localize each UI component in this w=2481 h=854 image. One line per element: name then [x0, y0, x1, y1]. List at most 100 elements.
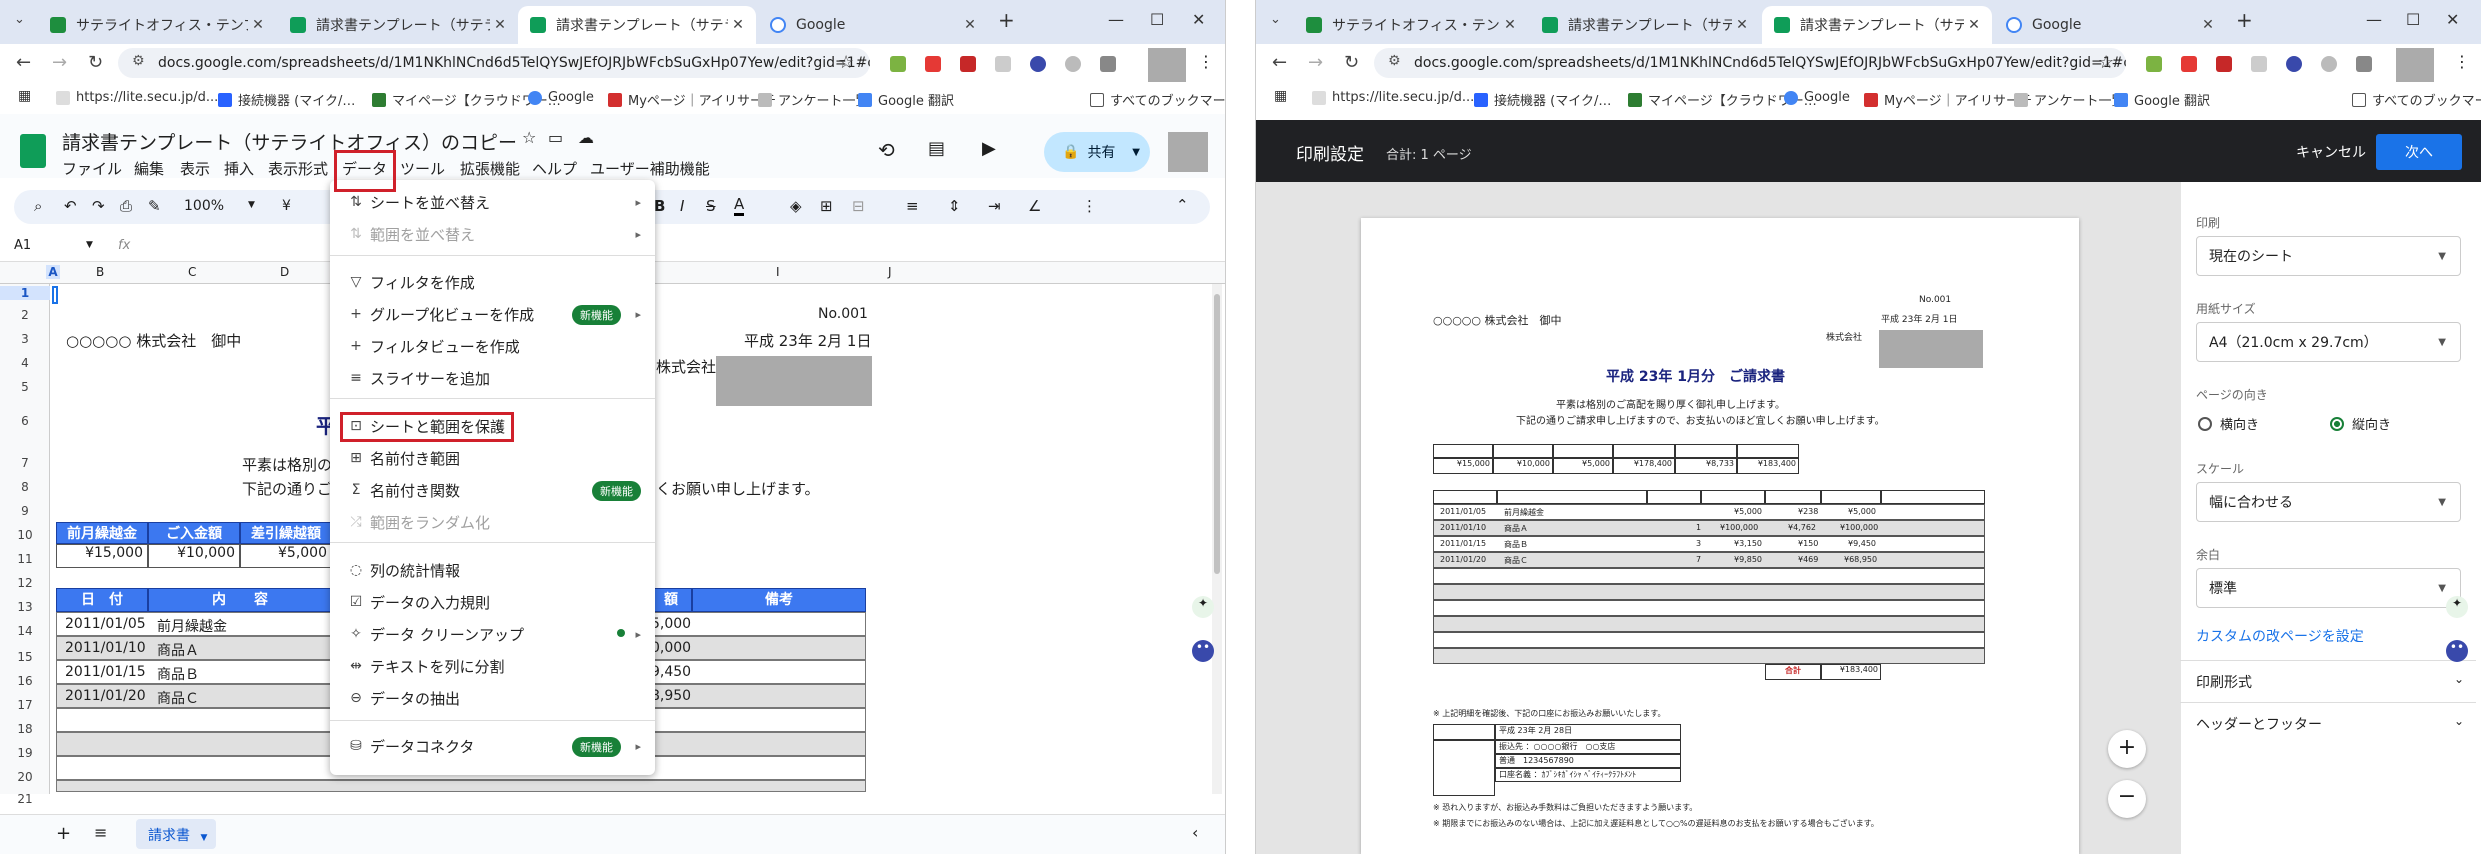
extension-icon[interactable] — [2286, 56, 2302, 72]
margins-select[interactable]: 標準 ▼ — [2196, 568, 2461, 608]
menu-item-sort-sheet[interactable]: ⇅ シートを並べ替え ▸ — [330, 188, 655, 216]
portrait-radio[interactable]: 縦向き — [2330, 414, 2391, 433]
tab-satellite-templates[interactable]: サテライトオフィス・テンプレート集 for✕ — [38, 6, 276, 44]
side-panel-collapse-icon[interactable]: ‹ — [1192, 823, 1198, 842]
merge-cells-icon[interactable]: ⊟ — [852, 197, 865, 215]
fill-color-icon[interactable]: ◈ — [790, 197, 802, 215]
col-header-i[interactable]: I — [776, 265, 780, 279]
profile-avatar[interactable] — [1148, 48, 1186, 82]
row-header[interactable]: 7 — [0, 456, 50, 470]
row-header[interactable]: 19 — [0, 746, 50, 760]
bookmark-star-icon[interactable]: ☆ — [838, 52, 854, 73]
close-icon[interactable]: ✕ — [1964, 17, 1984, 33]
minimize-icon[interactable]: — — [2366, 10, 2382, 29]
extension-icon[interactable] — [1030, 56, 1046, 72]
tab-search-icon[interactable]: ⌄ — [14, 12, 25, 27]
avatar[interactable] — [1168, 132, 1208, 172]
menu-item-named-ranges[interactable]: ⊞ 名前付き範囲 — [330, 444, 655, 472]
close-window-icon[interactable]: ✕ — [2446, 10, 2459, 29]
bookmark-item[interactable]: アンケート一覧 — [2014, 90, 2124, 109]
apps-icon[interactable]: ▦ — [18, 88, 31, 104]
extension-icon[interactable] — [890, 56, 906, 72]
close-icon[interactable]: ✕ — [248, 17, 268, 33]
menu-item-randomize-range[interactable]: ⤮ 範囲をランダム化 — [330, 508, 655, 536]
menu-insert[interactable]: 挿入 — [224, 158, 254, 179]
apps-icon[interactable]: ▦ — [1274, 88, 1287, 104]
header-footer-section[interactable]: ヘッダーとフッター ⌄ — [2196, 714, 2464, 734]
undo-icon[interactable]: ↶ — [64, 197, 77, 215]
site-info-icon[interactable]: ⚙ — [132, 53, 145, 69]
col-header-j[interactable]: J — [888, 265, 892, 279]
close-icon[interactable]: ✕ — [1732, 17, 1752, 33]
row-header[interactable]: 14 — [0, 624, 50, 638]
tab-google[interactable]: Google ✕ — [1994, 6, 2226, 44]
assistant-icon[interactable]: •• — [1192, 640, 1214, 662]
maximize-icon[interactable]: ☐ — [2406, 10, 2420, 29]
row-header[interactable]: 18 — [0, 722, 50, 736]
menu-tools[interactable]: ツール — [400, 158, 445, 179]
cloud-status-icon[interactable]: ☁ — [578, 128, 594, 147]
row-header[interactable]: 1 — [0, 286, 50, 300]
bookmark-item[interactable]: 接続機器 (マイク/… — [218, 90, 355, 109]
menu-accessibility[interactable]: ユーザー補助機能 — [590, 158, 710, 179]
next-button[interactable]: 次へ — [2376, 134, 2462, 170]
reload-icon[interactable]: ↻ — [1344, 52, 1359, 73]
close-icon[interactable]: ✕ — [490, 17, 510, 33]
menu-item-sort-range[interactable]: ⇅ 範囲を並べ替え ▸ — [330, 220, 655, 248]
menu-item-split-text[interactable]: ⇹ テキストを列に分割 — [330, 652, 655, 680]
row-header[interactable]: 9 — [0, 504, 50, 518]
search-menus-icon[interactable]: ⌕ — [34, 197, 42, 215]
pdf-extension-icon[interactable] — [925, 56, 941, 72]
tab-invoice-2-active[interactable]: 請求書テンプレート（サテライトオフ✕ — [1762, 6, 1992, 44]
bookmark-item[interactable]: 接続機器 (マイク/… — [1474, 90, 1611, 109]
minimize-icon[interactable]: — — [1108, 10, 1124, 29]
back-icon[interactable]: ← — [16, 52, 31, 73]
share-button[interactable]: 🔒 共有 ▼ — [1044, 132, 1150, 172]
new-tab-icon[interactable]: + — [2236, 8, 2253, 32]
landscape-radio[interactable]: 横向き — [2198, 414, 2259, 433]
row-header[interactable]: 20 — [0, 770, 50, 784]
menu-item-data-connectors[interactable]: ⛁ データコネクタ 新機能 ▸ — [330, 732, 655, 760]
row-header[interactable]: 12 — [0, 576, 50, 590]
address-bar[interactable]: ⚙ docs.google.com/spreadsheets/d/1M1NKhl… — [1374, 48, 2126, 78]
text-color-icon[interactable]: A — [734, 195, 745, 216]
extension-icon[interactable] — [2251, 56, 2267, 72]
close-icon[interactable]: ✕ — [2198, 17, 2218, 33]
menu-item-create-filter[interactable]: ▽ フィルタを作成 — [330, 268, 655, 296]
menu-item-group-view[interactable]: + グループ化ビューを作成 新機能 ▸ — [330, 300, 655, 328]
menu-item-column-stats[interactable]: ◌ 列の統計情報 — [330, 556, 655, 584]
sheets-logo-icon[interactable] — [20, 134, 46, 168]
back-icon[interactable]: ← — [1272, 52, 1287, 73]
bookmark-item[interactable]: Google — [528, 90, 594, 105]
text-rotation-icon[interactable]: ∠ — [1028, 197, 1041, 215]
extension-icon[interactable] — [2216, 56, 2232, 72]
close-window-icon[interactable]: ✕ — [1192, 10, 1205, 29]
menu-item-add-slicer[interactable]: ≡ スライサーを追加 — [330, 364, 655, 392]
puzzle-icon[interactable] — [2356, 56, 2372, 72]
all-bookmarks[interactable]: すべてのブックマーク — [1090, 90, 1225, 109]
sheet-tab-invoice[interactable]: 請求書 ▼ — [136, 819, 216, 849]
assistant-icon[interactable]: •• — [2446, 640, 2468, 662]
menu-format[interactable]: 表示形式 — [268, 158, 328, 179]
strikethrough-icon[interactable]: S — [706, 197, 716, 215]
extension-icon[interactable] — [2146, 56, 2162, 72]
extension-icon[interactable] — [960, 56, 976, 72]
document-title[interactable]: 請求書テンプレート（サテライトオフィス）のコピー — [62, 128, 517, 155]
redo-icon[interactable]: ↷ — [92, 197, 105, 215]
italic-icon[interactable]: I — [680, 197, 684, 215]
selected-cell-a1[interactable] — [52, 286, 58, 304]
explore-icon[interactable]: ✦ — [2446, 596, 2468, 618]
horizontal-align-icon[interactable]: ≡ — [906, 197, 919, 215]
name-box[interactable]: A1 — [14, 238, 31, 253]
all-bookmarks[interactable]: すべてのブックマーク — [2352, 90, 2481, 109]
row-header[interactable]: 11 — [0, 552, 50, 566]
tab-google[interactable]: Google ✕ — [758, 6, 988, 44]
kebab-menu-icon[interactable]: ⋮ — [1198, 52, 1214, 71]
tab-satellite-templates[interactable]: サテライトオフィス・テンプレート集 for✕ — [1294, 6, 1528, 44]
row-header[interactable]: 16 — [0, 674, 50, 688]
bookmark-item[interactable]: https://lite.secu.jp/d... — [56, 90, 218, 105]
extension-icon[interactable] — [1065, 56, 1081, 72]
tab-invoice-1[interactable]: 請求書テンプレート（サテライトオフィ✕ — [278, 6, 518, 44]
bookmark-star-icon[interactable]: ☆ — [2098, 52, 2114, 73]
vertical-align-icon[interactable]: ⇕ — [948, 197, 961, 215]
